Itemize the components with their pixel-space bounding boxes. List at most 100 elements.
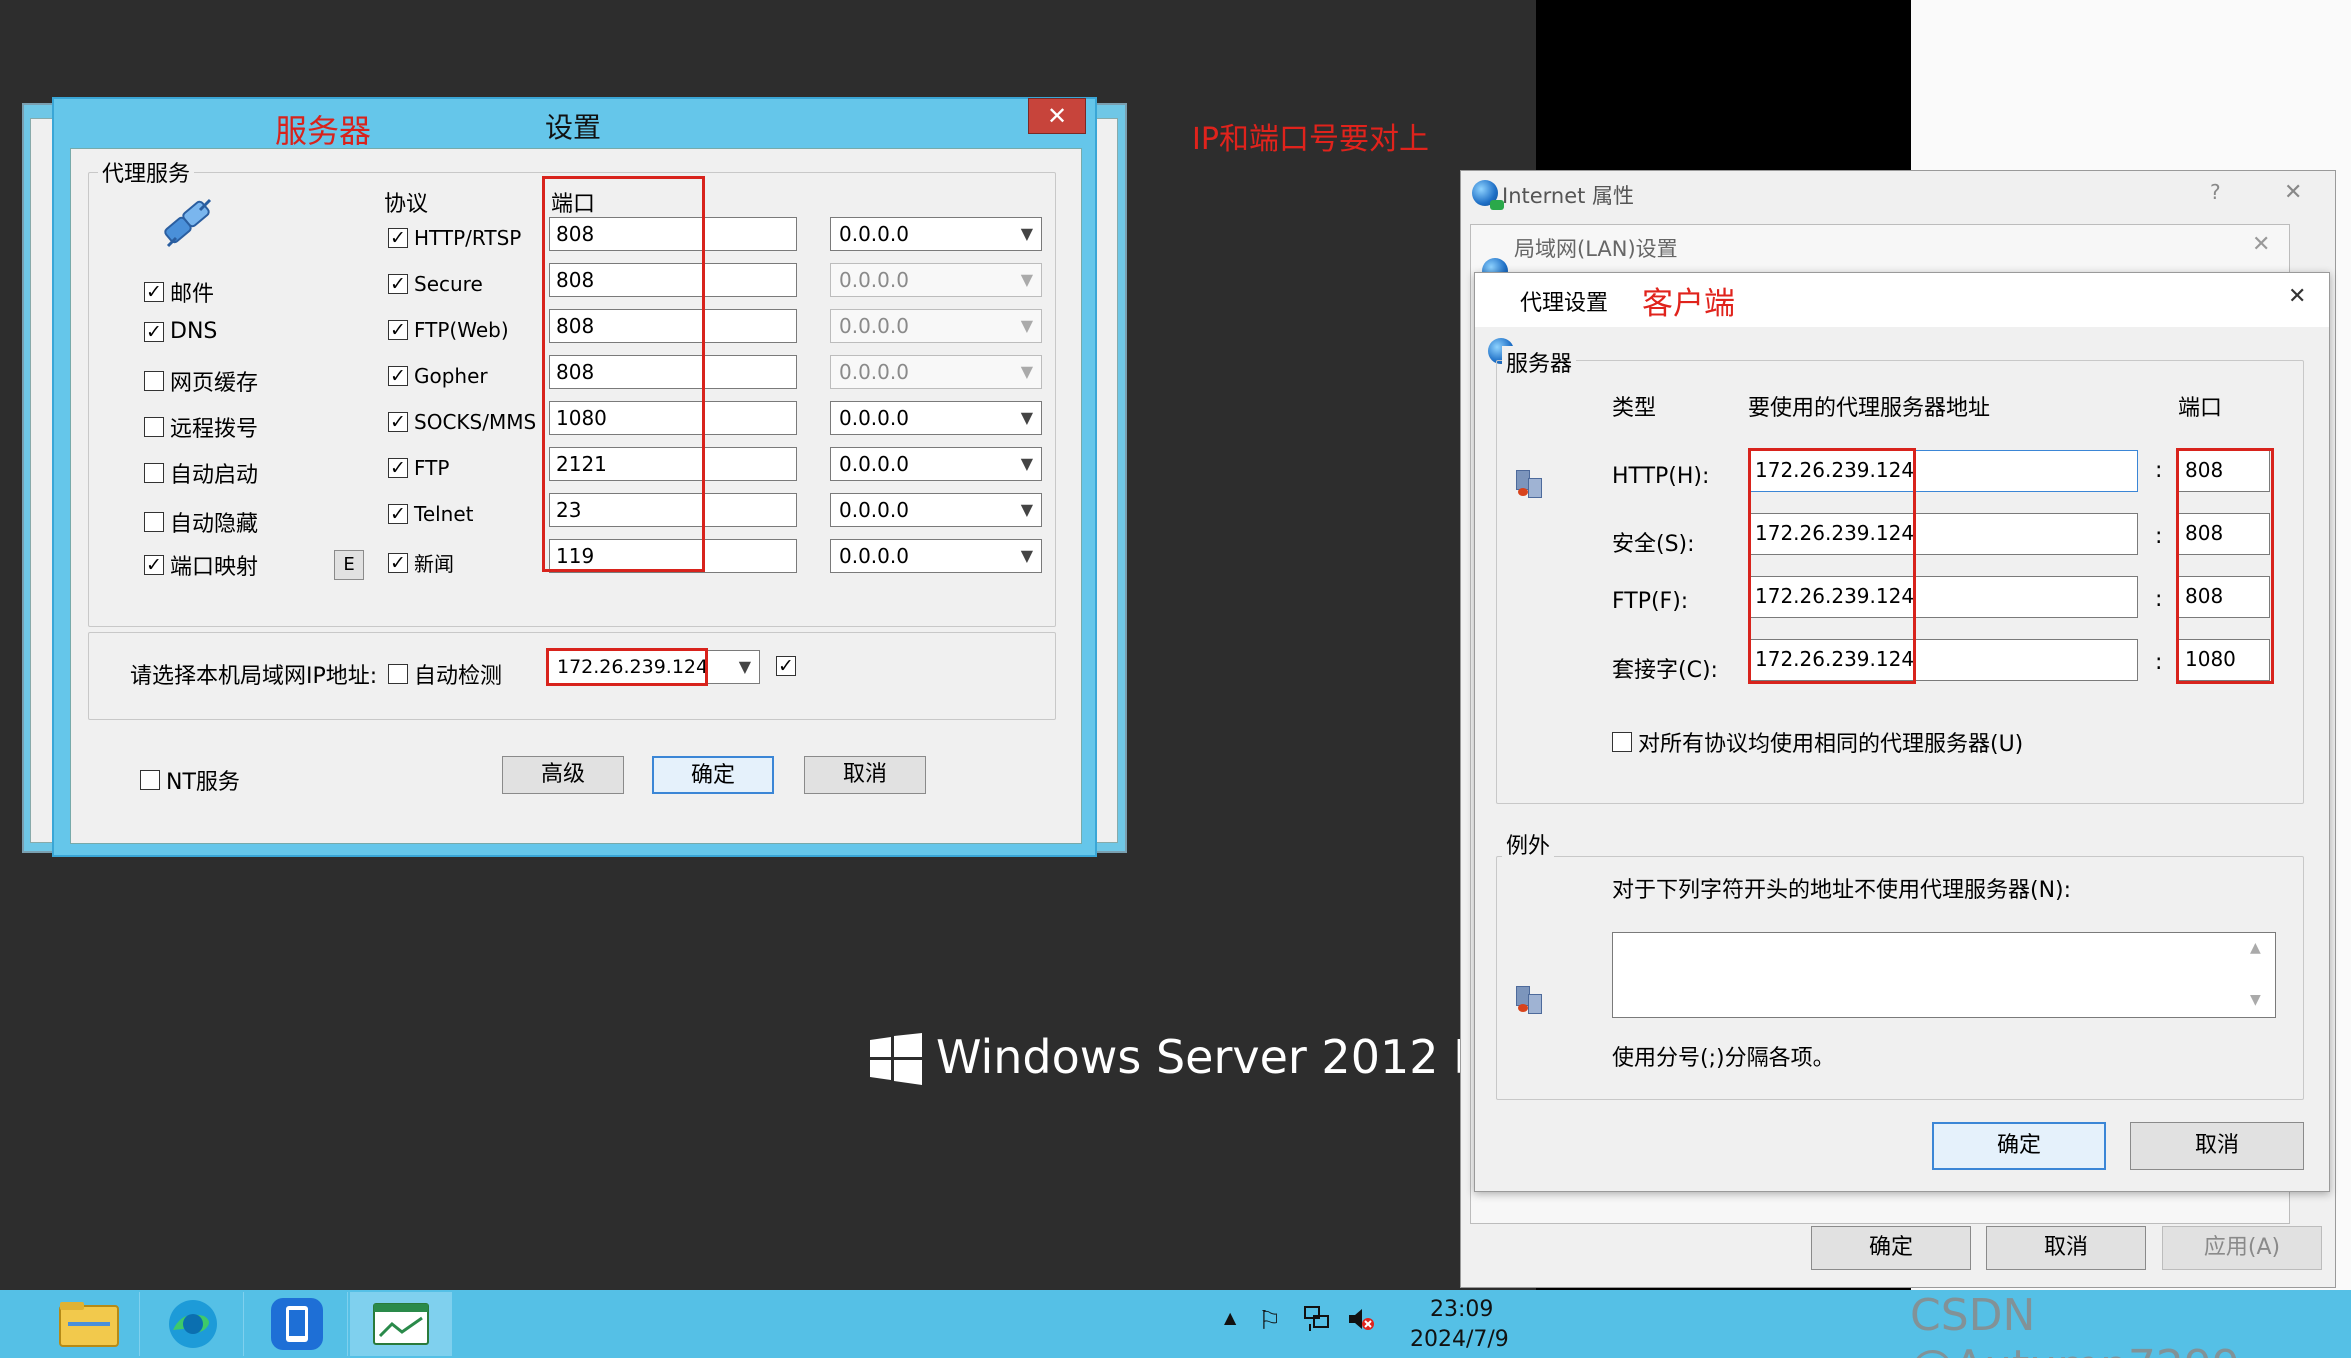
checkbox[interactable] [388,664,408,684]
close-icon[interactable]: ✕ [2284,180,2302,205]
checkbox[interactable] [388,320,408,340]
port-mapping-edit-button[interactable]: E [334,550,364,580]
protocol-ftp-web[interactable]: FTP(Web) [388,318,509,342]
auto-detect-checkbox[interactable]: 自动检测 [388,658,502,690]
ie-ok-button[interactable]: 确定 [1811,1226,1971,1270]
internet-properties-title: Internet 属性 [1502,184,1635,208]
ie-cancel-button[interactable]: 取消 [1986,1226,2146,1270]
checkbox[interactable] [144,512,164,532]
address-highlight-box [1748,448,1916,684]
chevron-down-icon: ▼ [1020,316,1033,335]
network-icon[interactable] [1302,1304,1332,1334]
checkbox[interactable] [388,458,408,478]
server-cancel-button[interactable]: 取消 [804,756,926,794]
checkbox[interactable] [144,463,164,483]
protocol-socks-mms[interactable]: SOCKS/MMS [388,410,536,434]
feature-mail[interactable]: 邮件 [144,276,214,308]
protocol-news[interactable]: 新闻 [388,548,454,577]
lan-settings-title: 局域网(LAN)设置 [1514,237,1678,261]
server-ok-button[interactable]: 确定 [652,756,774,794]
bind-select-secure: 0.0.0.0 ▼ [830,263,1042,297]
close-icon: ✕ [1046,102,1068,130]
exceptions-group-label: 例外 [1502,828,1555,860]
bind-select-socks-mms[interactable]: 0.0.0.0 ▼ [830,401,1042,435]
phone-icon [271,1298,323,1350]
port-highlight-box [542,176,705,572]
taskbar-file-explorer[interactable] [38,1292,140,1356]
protocol-header: 协议 [384,192,429,217]
protocol-ftp[interactable]: FTP [388,456,449,480]
taskbar-phone-app[interactable] [246,1292,348,1356]
bind-select-ftp-web: 0.0.0.0 ▼ [830,309,1042,343]
lan-ip-label: 请选择本机局域网IP地址: [130,664,378,689]
proxy-ok-button[interactable]: 确定 [1932,1122,2106,1170]
checkbox[interactable] [388,412,408,432]
checkbox[interactable] [144,282,164,302]
ie-apply-button: 应用(A) [2162,1226,2322,1270]
server-window-title: 设置 [545,111,602,144]
feature-dns[interactable]: DNS [144,319,217,344]
bind-select-telnet[interactable]: 0.0.0.0 ▼ [830,493,1042,527]
chevron-down-icon: ▼ [1020,362,1033,381]
advanced-button[interactable]: 高级 [502,756,624,794]
feature-web-cache[interactable]: 网页缓存 [144,365,258,397]
col-address: 要使用的代理服务器地址 [1748,396,1991,421]
volume-muted-icon[interactable] [1346,1304,1376,1334]
checkbox[interactable] [140,770,160,790]
annotation-text: IP和端口号要对上 [1192,122,1429,157]
protocol-secure[interactable]: Secure [388,272,483,296]
checkbox[interactable] [144,555,164,575]
bind-select-http-rtsp[interactable]: 0.0.0.0 ▼ [830,217,1042,251]
exceptions-label: 对于下列字符开头的地址不使用代理服务器(N): [1612,878,2072,903]
proxy-plug-icon [160,196,216,252]
lan-ip-highlight-box [546,648,708,686]
nt-service-checkbox[interactable]: NT服务 [140,764,240,796]
colon: : [2155,587,2163,612]
protocol-gopher[interactable]: Gopher [388,364,488,388]
checkbox[interactable] [1612,732,1632,752]
network-computers-icon [1514,982,1548,1016]
server-title-annotation: 服务器 [275,112,372,150]
checkbox[interactable] [388,504,408,524]
checkbox[interactable] [388,228,408,248]
checkbox[interactable] [144,321,164,342]
scroll-down-icon[interactable]: ▼ [2250,992,2261,1008]
chevron-down-icon: ▼ [1020,224,1033,243]
help-icon[interactable]: ? [2210,180,2221,204]
flag-icon[interactable]: ⚐ [1258,1306,1281,1336]
bind-select-ftp[interactable]: 0.0.0.0 ▼ [830,447,1042,481]
checkbox[interactable] [388,552,408,573]
feature-remote-dial[interactable]: 远程拨号 [144,411,258,443]
proxy-services-label: 代理服务 [98,156,195,188]
feature-auto-hide[interactable]: 自动隐藏 [144,506,258,538]
proxy-settings-title: 代理设置 [1520,291,1609,316]
close-icon[interactable]: ✕ [2288,284,2306,309]
feature-auto-start[interactable]: 自动启动 [144,457,258,489]
close-icon[interactable]: ✕ [2252,232,2270,257]
checkbox[interactable] [388,366,408,386]
browser-icon [169,1300,217,1348]
checkbox[interactable] [144,371,164,391]
same-proxy-checkbox[interactable]: 对所有协议均使用相同的代理服务器(U) [1612,726,2023,758]
chevron-down-icon: ▼ [1020,546,1033,565]
client-title-annotation: 客户端 [1642,286,1735,322]
checkbox[interactable] [388,274,408,294]
taskbar-edge[interactable] [142,1292,244,1356]
feature-port-mapping[interactable]: 端口映射 [144,549,258,581]
protocol-http-rtsp[interactable]: HTTP/RTSP [388,226,521,250]
row-ftp-label: FTP(F): [1612,589,1689,614]
bind-select-news[interactable]: 0.0.0.0 ▼ [830,539,1042,573]
lan-ip-confirm-checkbox[interactable] [776,656,796,676]
server-close-button[interactable]: ✕ [1028,98,1086,134]
scroll-up-icon[interactable]: ▲ [2250,940,2261,956]
clock-time[interactable]: 23:09 [1430,1297,1493,1322]
tray-expand-icon[interactable]: ▲ [1224,1308,1236,1327]
checkbox[interactable] [144,417,164,437]
clock-date[interactable]: 2024/7/9 [1410,1327,1509,1352]
exceptions-textarea[interactable] [1612,932,2276,1018]
taskbar-proxy-app[interactable] [350,1292,452,1356]
protocol-telnet[interactable]: Telnet [388,502,474,526]
colon: : [2155,524,2163,549]
proxy-cancel-button[interactable]: 取消 [2130,1122,2304,1170]
watermark-text: CSDN @Autumn7299 [1910,1290,2240,1358]
